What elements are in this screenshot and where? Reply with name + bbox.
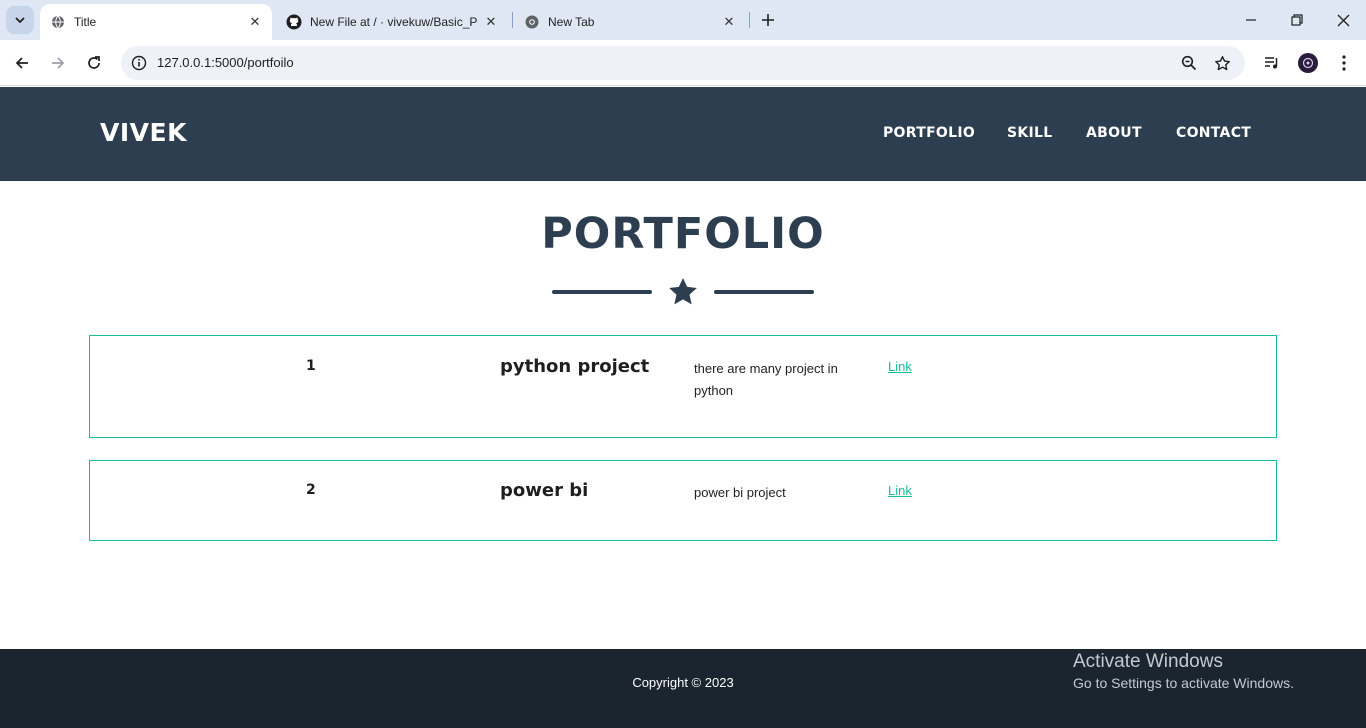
forward-button[interactable] xyxy=(44,49,72,77)
tab-label: New Tab xyxy=(548,15,595,29)
project-title: python project xyxy=(500,356,650,377)
tab-label: New File at / · vivekuw/Basic_Po xyxy=(310,15,478,29)
divider-line-left xyxy=(552,290,652,294)
close-window-button[interactable] xyxy=(1328,6,1358,34)
nav-skill[interactable]: SKILL xyxy=(1007,125,1052,141)
page-title: PORTFOLIO xyxy=(541,209,825,259)
project-description: there are many project in python xyxy=(694,361,838,398)
restore-button[interactable] xyxy=(1282,6,1312,34)
project-link[interactable]: Link xyxy=(888,359,912,374)
arrow-left-icon xyxy=(15,57,28,69)
project-title: power bi xyxy=(500,480,589,501)
tab-separator xyxy=(749,12,750,28)
more-menu-icon[interactable] xyxy=(1332,51,1356,75)
tab-strip: Title ✕ New File at / · vivekuw/Basic_Po… xyxy=(0,0,1366,40)
divider-line-right xyxy=(714,290,814,294)
arrow-right-icon xyxy=(52,57,65,69)
bottom-strip xyxy=(0,714,1366,728)
close-icon[interactable]: ✕ xyxy=(246,13,264,31)
tab-new-tab[interactable]: New Tab ✕ xyxy=(514,4,746,40)
project-number: 1 xyxy=(306,358,316,374)
project-link[interactable]: Link xyxy=(888,483,912,498)
site-header: VIVEK PORTFOLIO SKILL ABOUT CONTACT xyxy=(0,87,1366,181)
profile-avatar[interactable] xyxy=(1298,53,1318,73)
tab-title[interactable]: Title ✕ xyxy=(40,4,272,40)
site-brand[interactable]: VIVEK xyxy=(100,118,187,147)
zoom-icon[interactable] xyxy=(1179,53,1199,73)
windows-activation-watermark: Activate Windows Go to Settings to activ… xyxy=(1073,651,1294,691)
bookmark-star-icon[interactable] xyxy=(1212,53,1232,73)
avatar-icon xyxy=(1302,57,1314,69)
plus-icon xyxy=(762,14,774,26)
media-control-icon[interactable] xyxy=(1260,51,1284,75)
new-tab-button[interactable] xyxy=(756,8,780,32)
back-button[interactable] xyxy=(8,49,36,77)
minimize-icon xyxy=(1246,19,1256,21)
browser-toolbar: 127.0.0.1:5000/portfoilo xyxy=(0,40,1366,86)
tab-label: Title xyxy=(74,15,97,29)
globe-icon xyxy=(50,14,66,30)
restore-icon xyxy=(1291,14,1303,26)
project-card: 2 power bi power bi project Link xyxy=(89,460,1277,541)
close-icon xyxy=(1337,14,1349,26)
site-info-icon[interactable] xyxy=(129,53,149,73)
project-card: 1 python project there are many project … xyxy=(89,335,1277,438)
chrome-icon xyxy=(524,14,540,30)
close-icon[interactable]: ✕ xyxy=(720,13,738,31)
github-icon xyxy=(286,14,302,30)
reload-button[interactable] xyxy=(80,49,108,77)
star-icon xyxy=(669,278,697,305)
tab-separator xyxy=(512,12,513,28)
project-number: 2 xyxy=(306,482,316,498)
nav-contact[interactable]: CONTACT xyxy=(1176,125,1251,141)
minimize-button[interactable] xyxy=(1236,6,1266,34)
url-text[interactable]: 127.0.0.1:5000/portfoilo xyxy=(157,55,294,70)
nav-portfolio[interactable]: PORTFOLIO xyxy=(883,125,975,141)
nav-about[interactable]: ABOUT xyxy=(1086,125,1142,141)
reload-icon xyxy=(88,56,100,69)
tab-github[interactable]: New File at / · vivekuw/Basic_Po ✕ xyxy=(276,4,508,40)
close-icon[interactable]: ✕ xyxy=(482,13,500,31)
address-bar[interactable]: 127.0.0.1:5000/portfoilo xyxy=(121,46,1245,80)
chevron-down-icon xyxy=(15,17,25,24)
tab-search-button[interactable] xyxy=(6,6,34,34)
activate-subtitle: Go to Settings to activate Windows. xyxy=(1073,675,1294,691)
activate-title: Activate Windows xyxy=(1073,651,1223,672)
project-description: power bi project xyxy=(694,485,786,500)
